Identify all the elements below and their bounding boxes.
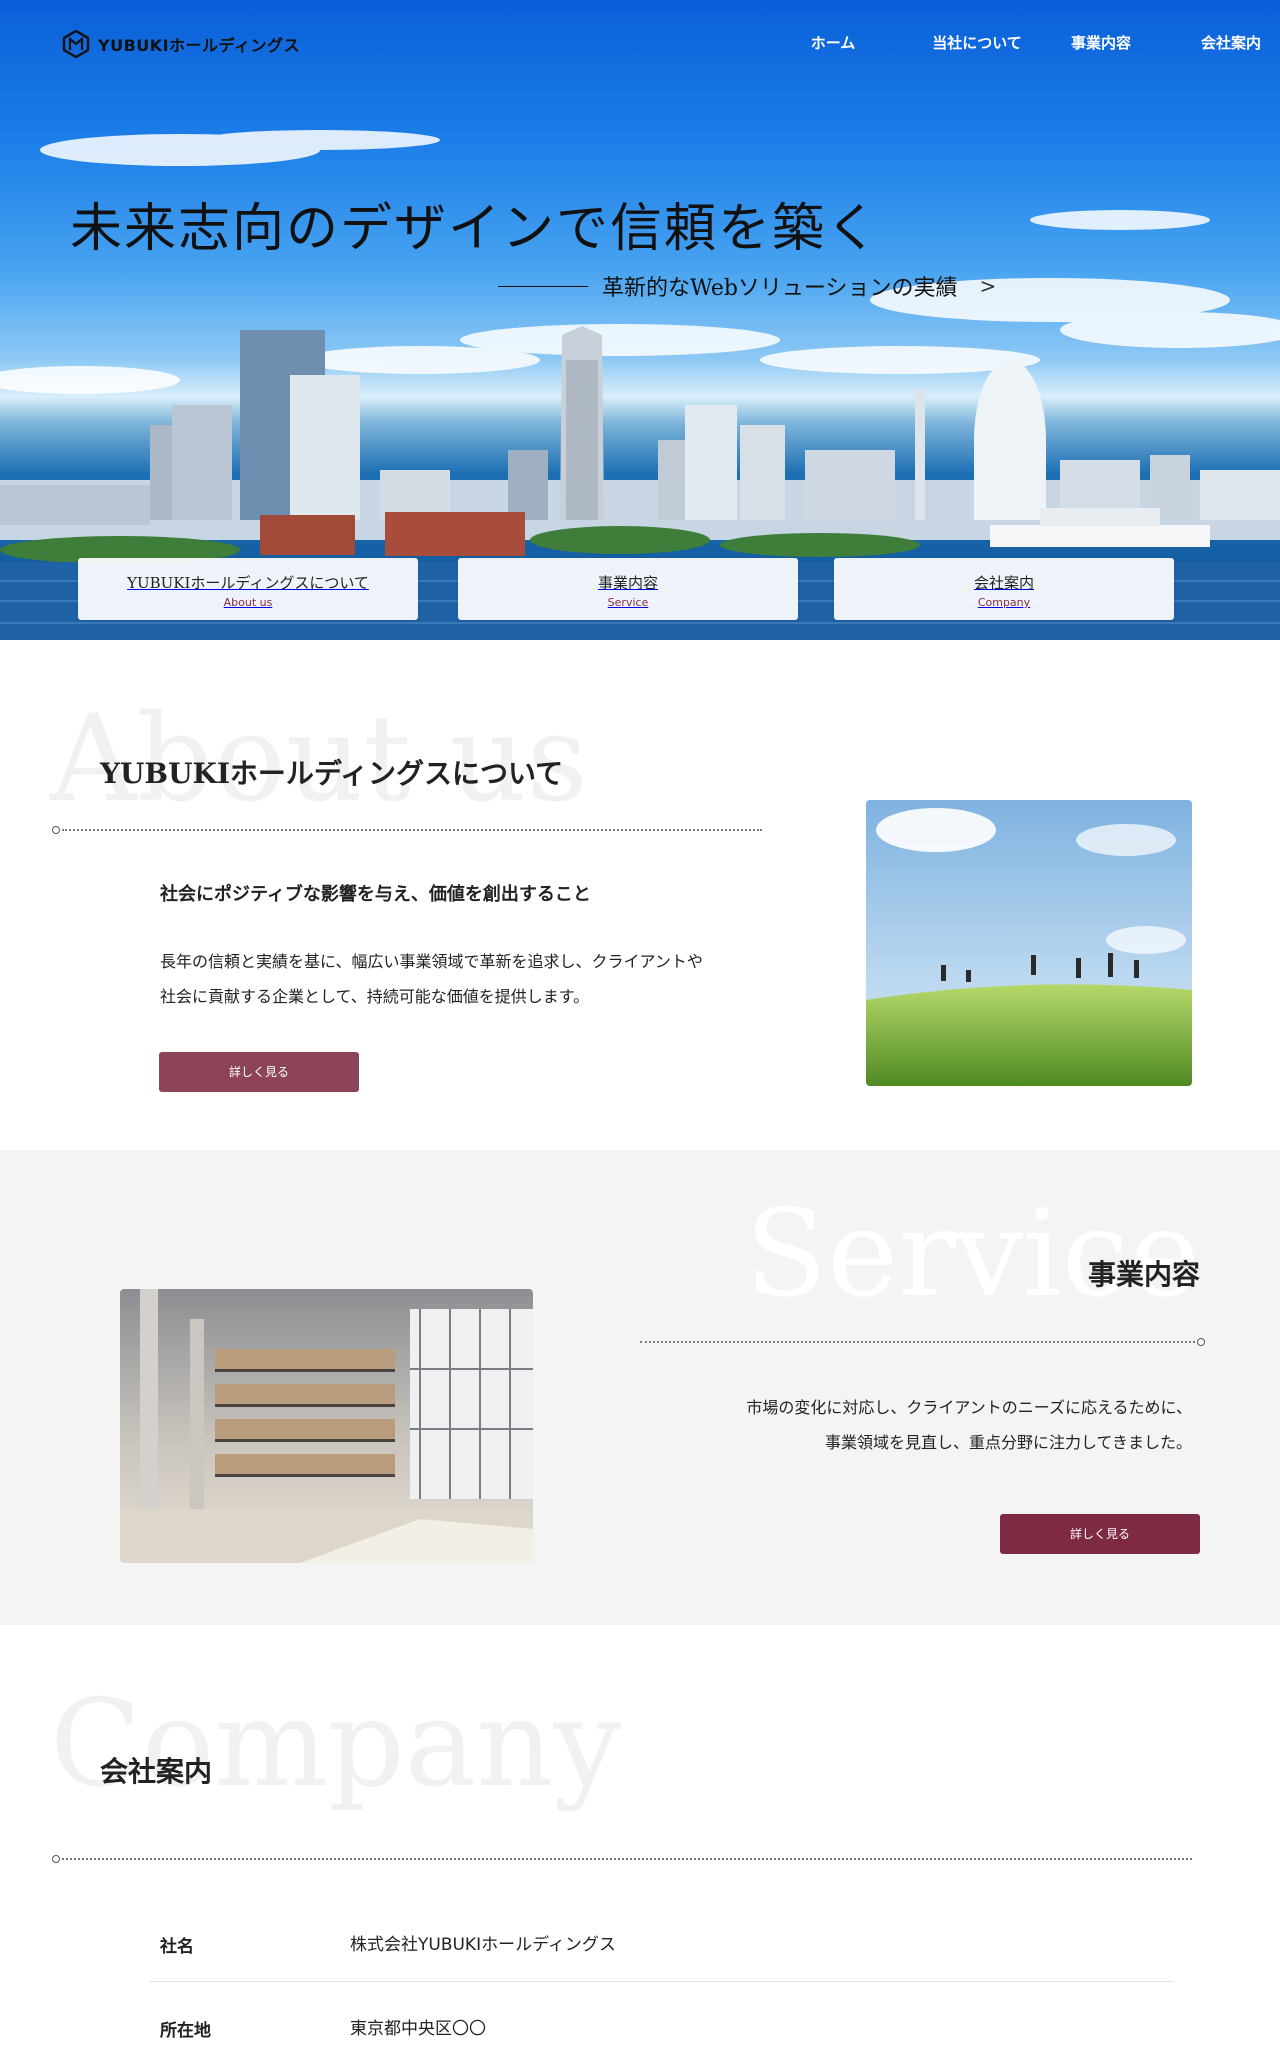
hero-card-title: 事業内容	[597, 574, 658, 592]
about-body-line: 長年の信頼と実績を基に、幅広い事業領域で革新を追求し、クライアントや	[160, 952, 703, 971]
city-skyline-image	[0, 130, 1280, 640]
service-more-button[interactable]: 詳しく見る	[1000, 1514, 1200, 1554]
table-row: 所在地 東京都中央区〇〇	[150, 1982, 1174, 2048]
nav-about[interactable]: 当社について	[922, 32, 1032, 53]
chevron-right-icon: >	[979, 274, 997, 298]
company-info-table: 社名 株式会社YUBUKIホールディングス 所在地 東京都中央区〇〇	[150, 1898, 1174, 2048]
hero-card-about[interactable]: YUBUKIホールディングスについて About us	[78, 558, 418, 620]
about-divider	[52, 826, 762, 834]
hero-card-sub: Service	[607, 596, 649, 609]
about-body: 長年の信頼と実績を基に、幅広い事業領域で革新を追求し、クライアントや 社会に貢献…	[160, 944, 703, 1014]
main-nav: ホーム 当社について 事業内容 会社案内	[788, 32, 1280, 53]
service-title: 事業内容	[1087, 1258, 1200, 1291]
row-key: 所在地	[160, 2021, 211, 2041]
table-row: 社名 株式会社YUBUKIホールディングス	[150, 1898, 1174, 1982]
about-title: YUBUKIホールディングスについて	[100, 757, 564, 790]
hero-card-sub: About us	[223, 596, 273, 609]
hero-subtitle: 革新的なWebソリューションの実績	[602, 276, 958, 301]
hero-card-title: 会社案内	[973, 574, 1034, 592]
company-divider	[52, 1855, 1192, 1863]
logo[interactable]: YUBUKIホールディングス	[62, 30, 300, 58]
hero-subtitle-link[interactable]: 革新的なWebソリューションの実績 >	[498, 270, 996, 302]
about-image	[866, 800, 1192, 1086]
hero-section: YUBUKIホールディングス ホーム 当社について 事業内容 会社案内 未来志向…	[0, 0, 1280, 640]
hero-card-sub: Company	[977, 596, 1031, 609]
logo-text: YUBUKIホールディングス	[98, 36, 300, 55]
hero-card-title: YUBUKIホールディングスについて	[127, 574, 369, 592]
row-value: 東京都中央区〇〇	[350, 2019, 486, 2039]
row-key: 社名	[160, 1937, 194, 1957]
subtitle-rule	[498, 285, 588, 287]
service-image	[120, 1289, 533, 1563]
row-value: 株式会社YUBUKIホールディングス	[350, 1935, 616, 1955]
service-body-line: 事業領域を見直し、重点分野に注力してきました。	[824, 1433, 1192, 1452]
service-body-line: 市場の変化に対応し、クライアントのニーズに応えるために、	[746, 1398, 1192, 1417]
service-divider	[640, 1338, 1205, 1346]
hero-card-service[interactable]: 事業内容 Service	[458, 558, 798, 620]
hero-title: 未来志向のデザインで信頼を築く	[70, 199, 881, 259]
about-lead: 社会にポジティブな影響を与え、価値を創出すること	[160, 884, 591, 905]
company-title: 会社案内	[100, 1755, 213, 1788]
logo-hexagon-icon	[62, 30, 90, 58]
service-body: 市場の変化に対応し、クライアントのニーズに応えるために、 事業領域を見直し、重点…	[746, 1390, 1192, 1460]
site-header: YUBUKIホールディングス ホーム 当社について 事業内容 会社案内	[0, 0, 1280, 90]
nav-service[interactable]: 事業内容	[1056, 32, 1146, 53]
nav-home[interactable]: ホーム	[788, 32, 878, 53]
about-body-line: 社会に貢献する企業として、持続可能な価値を提供します。	[160, 987, 590, 1006]
hero-card-company[interactable]: 会社案内 Company	[834, 558, 1174, 620]
nav-company[interactable]: 会社案内	[1186, 32, 1276, 53]
about-more-button[interactable]: 詳しく見る	[159, 1052, 359, 1092]
